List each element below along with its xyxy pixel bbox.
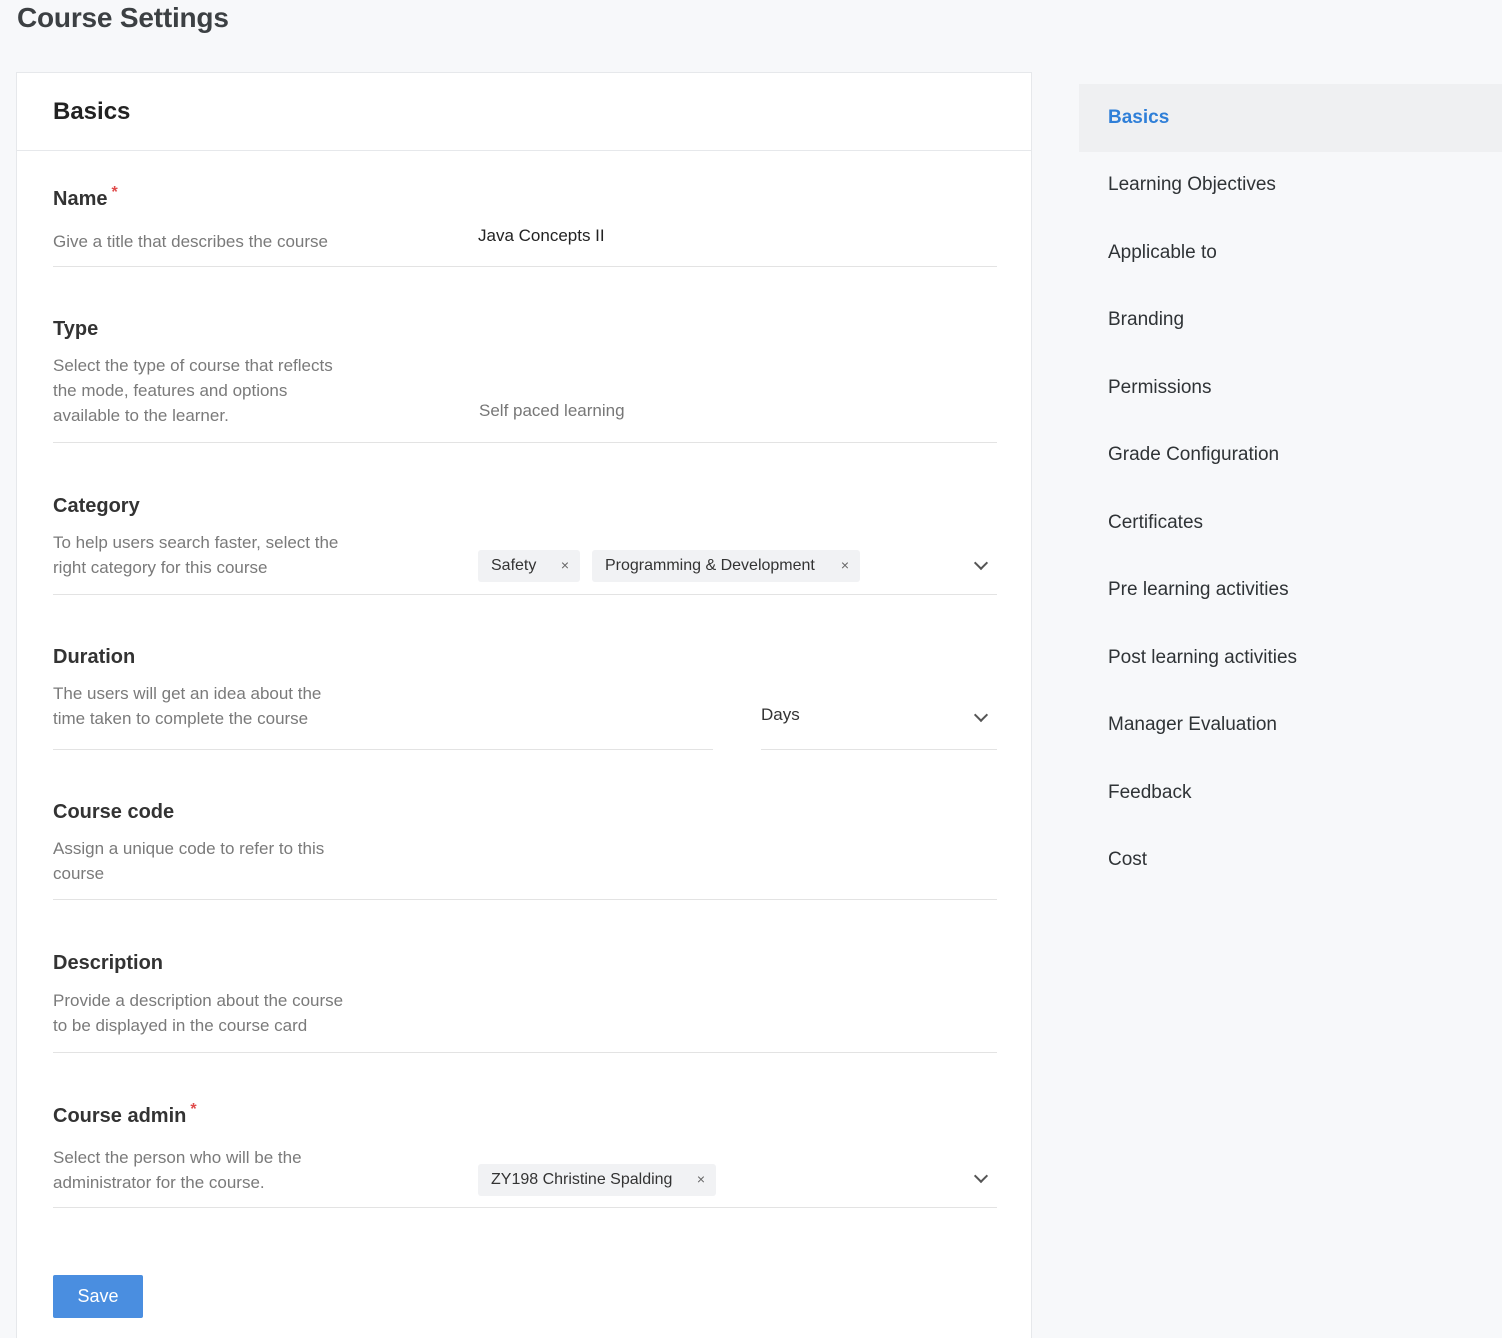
course-admin-label: Course admin * — [53, 1101, 197, 1127]
name-description: Give a title that describes the course — [53, 232, 328, 251]
nav-item-branding[interactable]: Branding — [1079, 287, 1502, 355]
duration-input-underline[interactable] — [53, 749, 713, 750]
type-underline — [53, 442, 997, 443]
course-code-field: Course code Assign a unique code to refe… — [53, 801, 997, 901]
course-admin-description: Select the person who will be the admini… — [53, 1148, 302, 1192]
course-code-label: Course code — [53, 801, 175, 823]
nav-item-post-learning-activities[interactable]: Post learning activities — [1079, 624, 1502, 692]
name-field: Name * Give a title that describes the co… — [53, 184, 997, 268]
required-mark: * — [190, 1101, 197, 1118]
save-button[interactable]: Save — [53, 1275, 143, 1318]
category-label: Category — [53, 495, 140, 517]
nav-item-permissions[interactable]: Permissions — [1079, 354, 1502, 422]
remove-chip-icon[interactable]: × — [561, 557, 569, 573]
name-input[interactable]: Java Concepts II — [478, 226, 605, 246]
chevron-down-icon[interactable] — [973, 707, 989, 723]
section-header: Basics — [17, 73, 1031, 151]
name-label: Name * — [53, 184, 118, 210]
course-code-description: Assign a unique code to refer to this co… — [53, 839, 325, 883]
remove-chip-icon[interactable]: × — [841, 557, 849, 573]
nav-item-basics[interactable]: Basics — [1079, 84, 1502, 152]
type-description: Select the type of course that reflects … — [53, 356, 333, 425]
nav-item-grade-configuration[interactable]: Grade Configuration — [1079, 422, 1502, 490]
basics-card: Basics Name * Give a title that describes… — [16, 72, 1032, 1338]
section-title: Basics — [53, 97, 131, 125]
name-underline — [53, 266, 997, 267]
category-chip: Programming & Development × — [592, 550, 860, 582]
type-field: Type Select the type of course that refl… — [53, 318, 997, 443]
page-title: Course Settings — [17, 2, 229, 33]
description-field: Description Provide a description about … — [53, 952, 997, 1054]
course-admin-chip: ZY198 Christine Spalding × — [478, 1164, 716, 1196]
duration-description: The users will get an idea about the tim… — [53, 684, 322, 728]
section-nav: Basics Learning Objectives Applicable to… — [1079, 84, 1502, 894]
duration-unit-select[interactable]: Days — [761, 705, 800, 725]
chevron-down-icon[interactable] — [973, 1168, 989, 1184]
category-underline — [53, 594, 997, 595]
category-description: To help users search faster, select the … — [53, 533, 339, 577]
nav-item-learning-objectives[interactable]: Learning Objectives — [1079, 152, 1502, 220]
category-chip: Safety × — [478, 550, 580, 582]
course-admin-field: Course admin * Select the person who will… — [53, 1101, 997, 1209]
remove-chip-icon[interactable]: × — [697, 1171, 705, 1187]
course-admin-underline — [53, 1207, 997, 1208]
nav-item-feedback[interactable]: Feedback — [1079, 759, 1502, 827]
course-code-underline[interactable] — [53, 899, 997, 900]
description-label: Description — [53, 952, 164, 974]
category-field: Category To help users search faster, se… — [53, 495, 997, 595]
required-mark: * — [111, 184, 118, 201]
nav-item-applicable-to[interactable]: Applicable to — [1079, 219, 1502, 287]
duration-label: Duration — [53, 646, 136, 668]
chevron-down-icon[interactable] — [973, 555, 989, 571]
nav-item-manager-evaluation[interactable]: Manager Evaluation — [1079, 692, 1502, 760]
nav-item-certificates[interactable]: Certificates — [1079, 489, 1502, 557]
description-description: Provide a description about the course t… — [53, 991, 344, 1035]
type-label: Type — [53, 318, 99, 340]
duration-unit-underline — [761, 749, 997, 750]
description-underline[interactable] — [53, 1052, 997, 1053]
type-value[interactable]: Self paced learning — [479, 401, 625, 421]
nav-item-cost[interactable]: Cost — [1079, 827, 1502, 895]
nav-item-pre-learning-activities[interactable]: Pre learning activities — [1079, 557, 1502, 625]
duration-field: Duration The users will get an idea abou… — [53, 646, 997, 751]
